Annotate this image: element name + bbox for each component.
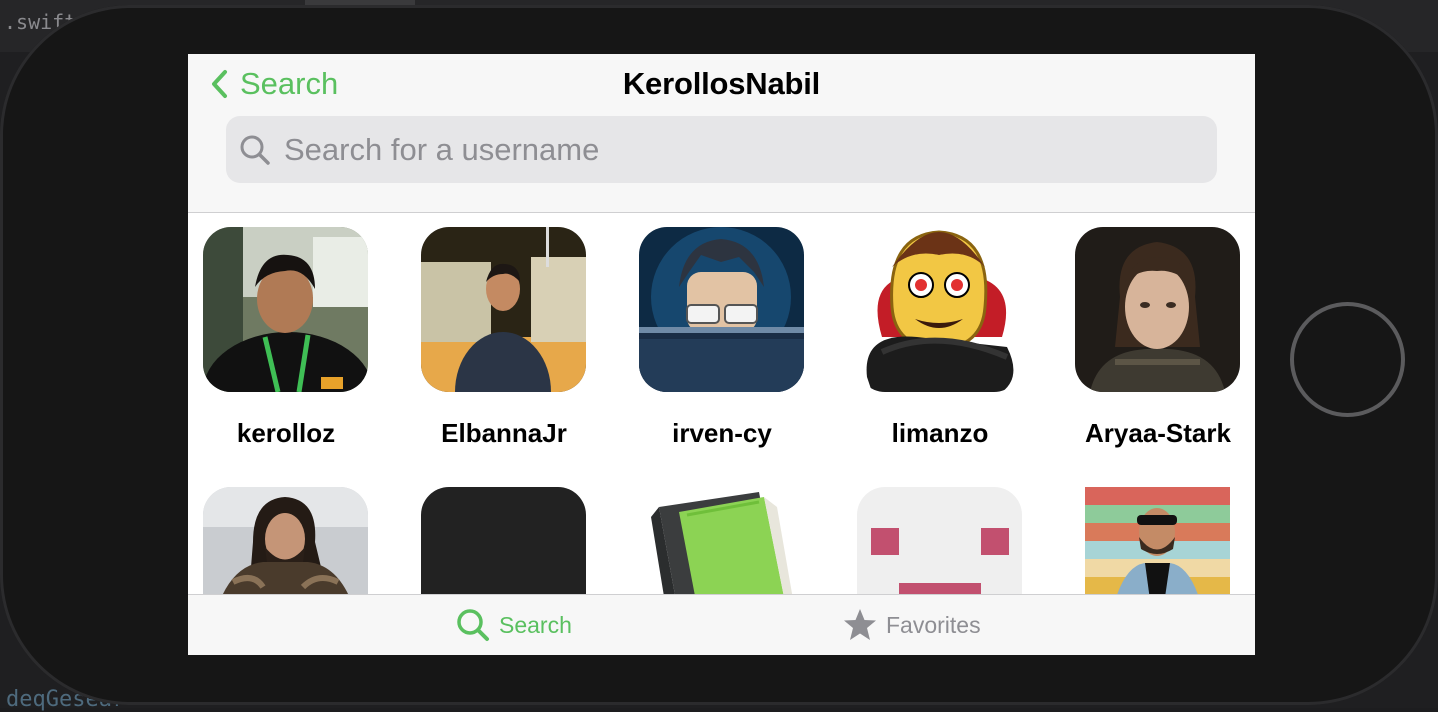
user-grid[interactable]: kerolloz ElbannaJr irven-cy limanzo Arya…	[188, 213, 1255, 595]
avatar	[203, 487, 368, 595]
avatar	[857, 227, 1022, 392]
avatar	[1075, 487, 1240, 595]
username-label: limanzo	[891, 418, 989, 448]
avatar	[1075, 227, 1240, 392]
user-cell[interactable]	[203, 487, 368, 595]
username-label: irven-cy	[672, 418, 772, 448]
avatar	[639, 227, 804, 392]
tab-search[interactable]: Search	[455, 595, 572, 655]
avatar	[203, 227, 368, 392]
avatar	[639, 487, 804, 595]
tab-search-label: Search	[499, 611, 572, 638]
page-title: KerollosNabil	[622, 66, 821, 101]
username-label: ElbannaJr	[441, 418, 567, 448]
avatar	[421, 227, 586, 392]
search-input[interactable]	[284, 119, 1184, 180]
user-cell[interactable]: Aryaa-Stark	[1075, 227, 1240, 449]
user-cell[interactable]: irven-cy	[639, 227, 804, 449]
search-icon	[240, 135, 270, 165]
user-cell[interactable]: ElbannaJr	[421, 227, 586, 449]
home-button[interactable]	[1290, 302, 1405, 417]
tab-favorites[interactable]: Favorites	[842, 595, 981, 655]
avatar	[857, 487, 1022, 595]
navigation-bar: Search KerollosNabil	[188, 54, 1255, 213]
user-cell[interactable]	[857, 487, 1022, 595]
user-cell[interactable]	[1075, 487, 1240, 595]
tab-bar: Search Favorites	[188, 594, 1255, 655]
username-label: Aryaa-Stark	[1085, 418, 1231, 448]
username-label: kerolloz	[236, 418, 336, 448]
user-cell[interactable]: kerolloz	[203, 227, 368, 449]
user-cell[interactable]	[421, 487, 586, 595]
star-icon	[844, 609, 876, 640]
app-screen: Search KerollosNabil Search for a userna…	[188, 54, 1255, 655]
user-cell[interactable]	[639, 487, 804, 595]
search-icon	[457, 609, 489, 641]
avatar	[421, 487, 586, 595]
user-cell[interactable]: limanzo	[857, 227, 1022, 449]
tab-favorites-label: Favorites	[886, 611, 981, 638]
search-bar[interactable]	[226, 116, 1217, 183]
